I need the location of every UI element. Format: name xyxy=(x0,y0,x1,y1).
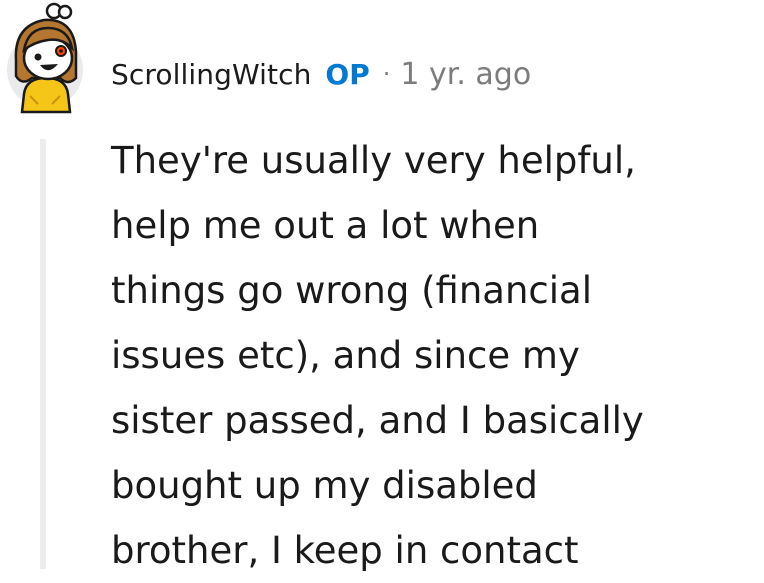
meta-separator: · xyxy=(382,60,391,88)
comment-timestamp[interactable]: 1 yr. ago xyxy=(400,57,531,92)
comment-body: They're usually very helpful, help me ou… xyxy=(111,128,751,583)
comment-body-line: They're usually very helpful, xyxy=(111,139,636,182)
op-badge: OP xyxy=(325,57,370,91)
comment-body-line: things go wrong (financial xyxy=(111,269,592,312)
comment-body-line: bought up my disabled xyxy=(111,464,538,507)
comment-body-line: brother, I keep in contact xyxy=(111,529,579,572)
avatar[interactable] xyxy=(4,0,90,116)
username-link[interactable]: ScrollingWitch xyxy=(111,58,311,91)
comment-meta: ScrollingWitch OP · 1 yr. ago xyxy=(111,54,531,94)
thread-collapse-line[interactable] xyxy=(40,139,46,569)
snoo-avatar-icon xyxy=(7,2,83,114)
comment-body-line: help me out a lot when xyxy=(111,204,540,247)
comment-body-line: issues etc), and since my xyxy=(111,334,580,377)
comment-body-line: sister passed, and I basically xyxy=(111,399,644,442)
comment: ScrollingWitch OP · 1 yr. ago They're us… xyxy=(0,0,764,572)
